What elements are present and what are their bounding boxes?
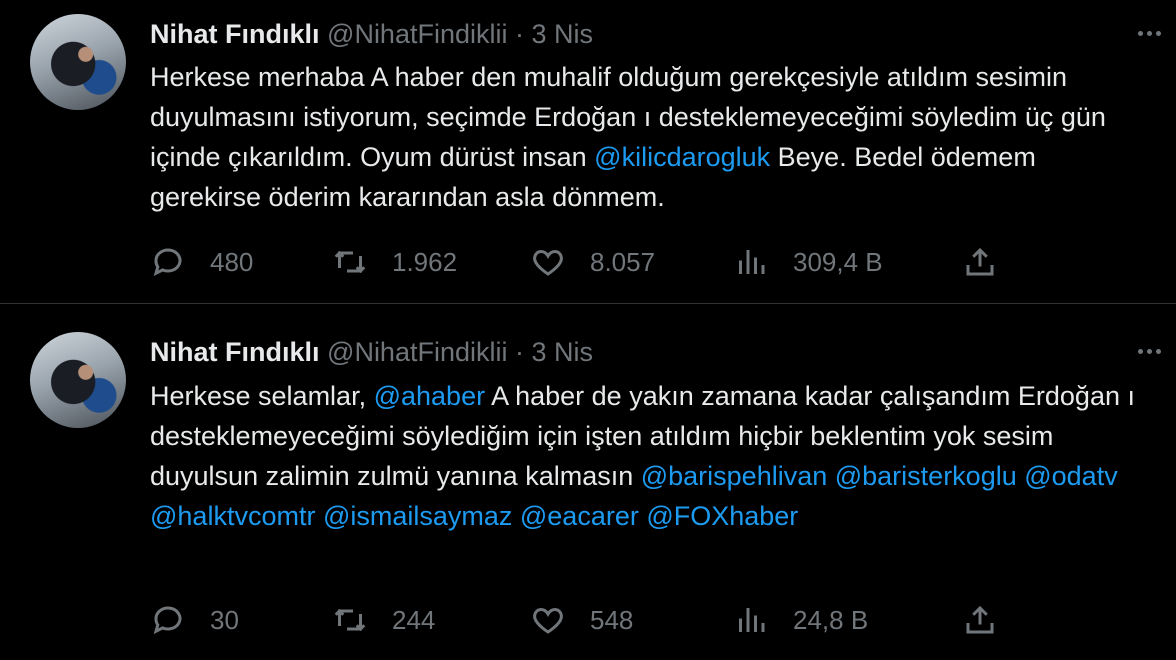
- mention-link[interactable]: @ahaber: [374, 381, 485, 411]
- text-segment: Herkese selamlar,: [150, 381, 374, 411]
- share-icon: [966, 605, 994, 634]
- reply-icon: [153, 606, 182, 635]
- views-button[interactable]: 24,8 B: [733, 600, 868, 640]
- share-icon: [966, 247, 994, 276]
- share-button[interactable]: [962, 600, 998, 640]
- retweet-button[interactable]: 1.962: [332, 242, 457, 282]
- tweet-date[interactable]: 3 Nis: [532, 337, 594, 367]
- like-icon: [533, 607, 563, 634]
- reply-count: 30: [210, 604, 239, 635]
- reply-count: 480: [210, 246, 254, 277]
- action-bar: 30 244 548 24,8 B: [150, 600, 1010, 640]
- retweet-icon: [334, 608, 366, 632]
- like-count: 548: [590, 604, 634, 635]
- avatar[interactable]: [30, 14, 126, 110]
- like-icon: [533, 249, 563, 276]
- tweet-header: Nihat Fındıklı @NihatFindiklii · 3 Nis: [150, 332, 593, 372]
- retweet-count: 244: [392, 604, 436, 635]
- author-name[interactable]: Nihat Fındıklı: [150, 337, 320, 367]
- views-icon: [739, 250, 765, 274]
- mention-link[interactable]: @kilicdarogluk: [594, 142, 770, 172]
- like-button[interactable]: 8.057: [530, 242, 655, 282]
- more-icon[interactable]: [1132, 20, 1166, 46]
- action-bar: 480 1.962 8.057 309,4 B: [150, 242, 1010, 282]
- avatar[interactable]: [30, 332, 126, 428]
- views-count: 24,8 B: [793, 604, 869, 635]
- views-count: 309,4 B: [793, 246, 883, 277]
- like-button[interactable]: 548: [530, 600, 633, 640]
- more-icon[interactable]: [1132, 338, 1166, 364]
- retweet-count: 1.962: [392, 246, 458, 277]
- share-button[interactable]: [962, 242, 998, 282]
- tweet-text: Herkese selamlar, @ahaber A haber de yak…: [150, 376, 1150, 536]
- tweet-text: Herkese merhaba A haber den muhalif oldu…: [150, 57, 1150, 217]
- retweet-icon: [334, 250, 366, 274]
- tweet-header: Nihat Fındıklı @NihatFindiklii · 3 Nis: [150, 14, 593, 54]
- reply-icon: [153, 248, 182, 277]
- like-count: 8.057: [590, 246, 656, 277]
- tweet-date[interactable]: 3 Nis: [532, 19, 594, 49]
- author-name[interactable]: Nihat Fındıklı: [150, 19, 320, 49]
- separator: ·: [515, 337, 525, 367]
- tweet[interactable]: Nihat Fındıklı @NihatFindiklii · 3 Nis H…: [0, 303, 1176, 659]
- reply-button[interactable]: 30: [150, 600, 239, 640]
- author-handle[interactable]: @NihatFindiklii: [327, 337, 507, 367]
- reply-button[interactable]: 480: [150, 242, 253, 282]
- author-handle[interactable]: @NihatFindiklii: [327, 19, 507, 49]
- tweet[interactable]: Nihat Fındıklı @NihatFindiklii · 3 Nis H…: [0, 0, 1176, 303]
- views-icon: [739, 608, 765, 632]
- separator: ·: [515, 19, 525, 49]
- retweet-button[interactable]: 244: [332, 600, 435, 640]
- views-button[interactable]: 309,4 B: [733, 242, 883, 282]
